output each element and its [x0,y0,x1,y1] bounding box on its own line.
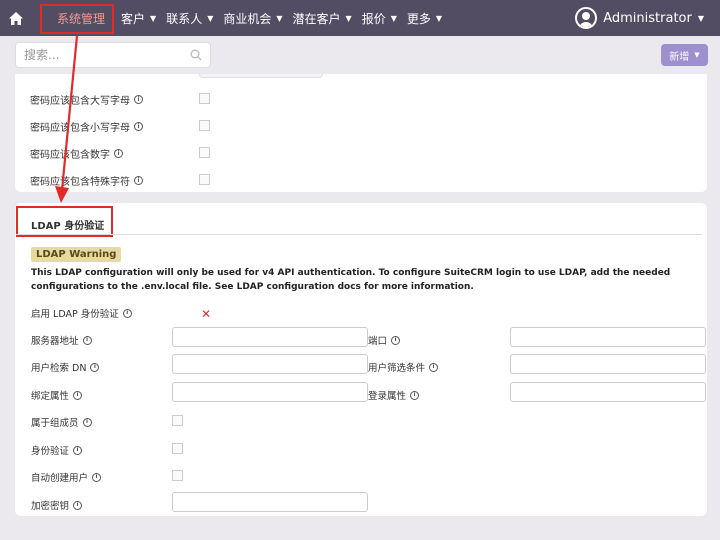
highlight-box-ldap [16,206,113,237]
new-button-label: 新增 [669,51,690,63]
user-filter-input[interactable] [510,354,706,374]
password-settings-panel: 密码应该包含大写字母 i 密码应该包含小写字母 i 密码应该包含数字 i 密码应该包含… [15,74,707,192]
port-input[interactable] [510,327,706,347]
nav-accounts-label: 客户 [121,11,146,26]
info-icon[interactable]: i [134,95,143,104]
info-icon[interactable]: i [73,500,83,510]
auth-text: 身份验证 [31,446,70,457]
info-icon[interactable]: i [92,472,102,482]
panel-tab-stub [199,74,323,78]
user-name: Administrator [603,10,692,26]
info-icon[interactable]: i [73,445,83,455]
user-avatar-icon [575,7,598,29]
highlight-box-admin [40,4,114,34]
auto-create-label: 自动创建用户 i [31,470,102,484]
new-button[interactable]: 新增 ▼ [661,44,708,66]
auth-label: 身份验证 i [31,443,83,457]
auto-create-checkbox[interactable] [172,470,183,481]
port-text: 端口 [368,336,388,347]
info-icon[interactable]: i [122,308,132,318]
bind-attr-label: 绑定属性 i [31,388,83,402]
info-icon[interactable]: i [429,362,439,372]
enable-ldap-toggle[interactable]: ✕ [201,307,211,321]
nav-contacts[interactable]: 联系人 ▼ [166,10,213,27]
auth-checkbox[interactable] [172,443,183,454]
login-attr-label: 登录属性 i [368,388,420,402]
uppercase-checkbox[interactable] [199,93,210,104]
nav-opportunities[interactable]: 商业机会 ▼ [223,10,282,27]
info-icon[interactable]: i [134,122,143,131]
info-icon[interactable]: i [82,417,92,427]
login-attr-text: 登录属性 [368,391,407,402]
user-menu[interactable]: Administrator ▼ [575,0,704,36]
nav-quotes-label: 报价 [361,11,386,26]
nav-leads-label: 潜在客户 [292,11,341,26]
port-label: 端口 i [368,333,401,347]
bind-attr-text: 绑定属性 [31,391,70,402]
user-dn-input[interactable] [172,354,368,374]
info-icon[interactable]: i [391,335,401,345]
ldap-warning-badge: LDAP Warning [31,247,122,262]
info-icon[interactable]: i [73,390,83,400]
password-rule-uppercase: 密码应该包含大写字母 i [30,92,143,107]
auto-create-text: 自动创建用户 [31,473,89,484]
server-address-label: 服务器地址 i [31,333,92,347]
nav-opportunities-label: 商业机会 [223,11,272,26]
user-dn-label: 用户检索 DN i [31,360,100,374]
number-checkbox[interactable] [199,147,210,158]
special-checkbox[interactable] [199,174,210,185]
chevron-down-icon: ▼ [345,13,352,23]
search-row: 新增 ▼ [0,36,720,74]
user-dn-text: 用户检索 DN [31,363,87,374]
search-icon[interactable] [190,49,202,61]
nav-quotes[interactable]: 报价 ▼ [362,10,397,27]
encrypt-key-text: 加密密钥 [31,501,70,512]
rule-label: 密码应该包含数字 [30,150,110,161]
password-rule-number: 密码应该包含数字 i [30,146,123,161]
nav-contacts-label: 联系人 [166,11,203,26]
info-icon[interactable]: i [82,335,92,345]
lowercase-checkbox[interactable] [199,120,210,131]
info-icon[interactable]: i [114,149,123,158]
chevron-down-icon: ▼ [207,13,214,23]
chevron-down-icon: ▼ [276,13,283,23]
enable-ldap-text: 启用 LDAP 身份验证 [31,309,119,320]
home-icon[interactable] [0,0,32,36]
server-address-text: 服务器地址 [31,336,79,347]
top-nav: 系统管理 客户 ▼ 联系人 ▼ 商业机会 ▼ 潜在客户 ▼ 报价 ▼ 更多 ▼ Admini… [0,0,720,36]
rule-label: 密码应该包含特殊字符 [30,177,130,188]
user-filter-label: 用户筛选条件 i [368,360,439,374]
server-address-input[interactable] [172,327,368,347]
nav-more[interactable]: 更多 ▼ [407,10,442,27]
info-icon[interactable]: i [90,362,100,372]
encrypt-key-label: 加密密钥 i [31,498,83,512]
rule-label: 密码应该包含小写字母 [30,123,130,134]
chevron-down-icon: ▼ [697,13,704,23]
chevron-down-icon: ▼ [150,13,157,23]
password-rule-special: 密码应该包含特殊字符 i [30,173,143,188]
nav-more-label: 更多 [406,11,431,26]
info-icon[interactable]: i [410,390,420,400]
group-member-checkbox[interactable] [172,415,183,426]
user-filter-text: 用户筛选条件 [368,363,426,374]
enable-ldap-label: 启用 LDAP 身份验证 i [31,306,132,320]
divider [16,234,702,235]
encrypt-key-input[interactable] [172,492,368,512]
rule-label: 密码应该包含大写字母 [30,96,130,107]
chevron-down-icon: ▼ [435,13,443,23]
nav-accounts[interactable]: 客户 ▼ [121,10,156,27]
search-box[interactable] [15,42,211,68]
password-rule-lowercase: 密码应该包含小写字母 i [30,119,143,134]
group-member-text: 属于组成员 [31,418,79,429]
ldap-description: This LDAP configuration will only be use… [31,268,671,292]
chevron-down-icon: ▼ [390,13,397,23]
chevron-down-icon: ▼ [694,51,700,59]
info-icon[interactable]: i [134,176,143,185]
bind-attr-input[interactable] [172,382,368,402]
search-input[interactable] [24,48,174,62]
group-member-label: 属于组成员 i [31,415,92,429]
nav-leads[interactable]: 潜在客户 ▼ [293,10,352,27]
login-attr-input[interactable] [510,382,706,402]
ldap-panel: LDAP 身份验证 LDAP Warning This LDAP configu… [15,203,707,516]
